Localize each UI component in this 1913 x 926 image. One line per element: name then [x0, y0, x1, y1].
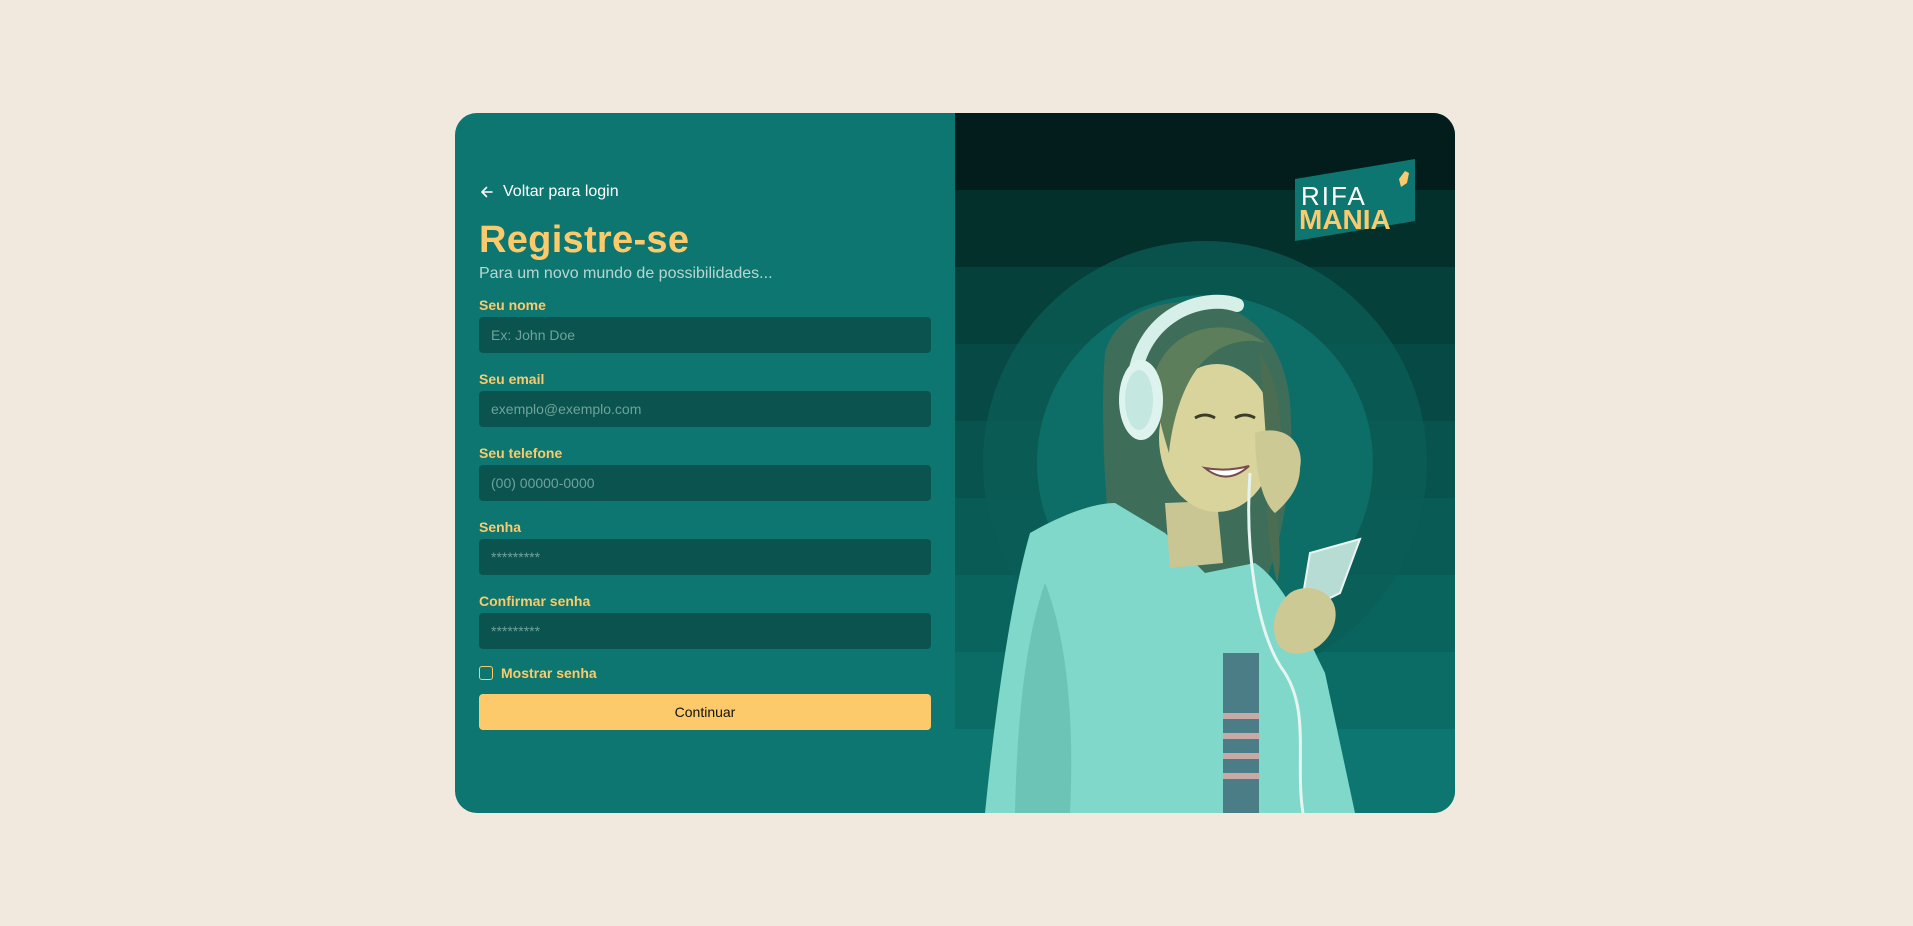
page-title: Registre-se: [479, 219, 690, 261]
continue-button[interactable]: Continuar: [479, 694, 931, 730]
register-card: Voltar para login Registre-se Para um no…: [455, 113, 1455, 813]
show-password-row: Mostrar senha: [479, 665, 931, 681]
phone-field: Seu telefone: [479, 445, 931, 501]
register-form-panel: Voltar para login Registre-se Para um no…: [455, 113, 955, 813]
confirm-password-field: Confirmar senha: [479, 593, 931, 649]
password-label: Senha: [479, 519, 522, 535]
name-label: Seu nome: [479, 297, 546, 313]
page-subtitle: Para um novo mundo de possibilidades...: [479, 265, 773, 282]
name-input[interactable]: [479, 317, 931, 353]
arrow-left-icon: [481, 186, 493, 198]
confirm-password-label: Confirmar senha: [479, 593, 591, 609]
back-to-login-label: Voltar para login: [503, 183, 619, 200]
name-field: Seu nome: [479, 297, 931, 353]
email-label: Seu email: [479, 371, 545, 387]
show-password-label[interactable]: Mostrar senha: [501, 665, 597, 681]
email-field: Seu email: [479, 371, 931, 427]
phone-label: Seu telefone: [479, 445, 563, 461]
back-to-login-link[interactable]: Voltar para login: [479, 183, 619, 201]
password-input[interactable]: [479, 539, 931, 575]
email-input[interactable]: [479, 391, 931, 427]
phone-input[interactable]: [479, 465, 931, 501]
hero-panel: RIFA MANIA: [955, 113, 1455, 813]
confirm-password-input[interactable]: [479, 613, 931, 649]
password-field: Senha: [479, 519, 931, 575]
logo-text-mania: MANIA: [1299, 204, 1391, 235]
rifa-mania-logo: RIFA MANIA: [1295, 159, 1415, 241]
show-password-checkbox[interactable]: [479, 666, 493, 680]
